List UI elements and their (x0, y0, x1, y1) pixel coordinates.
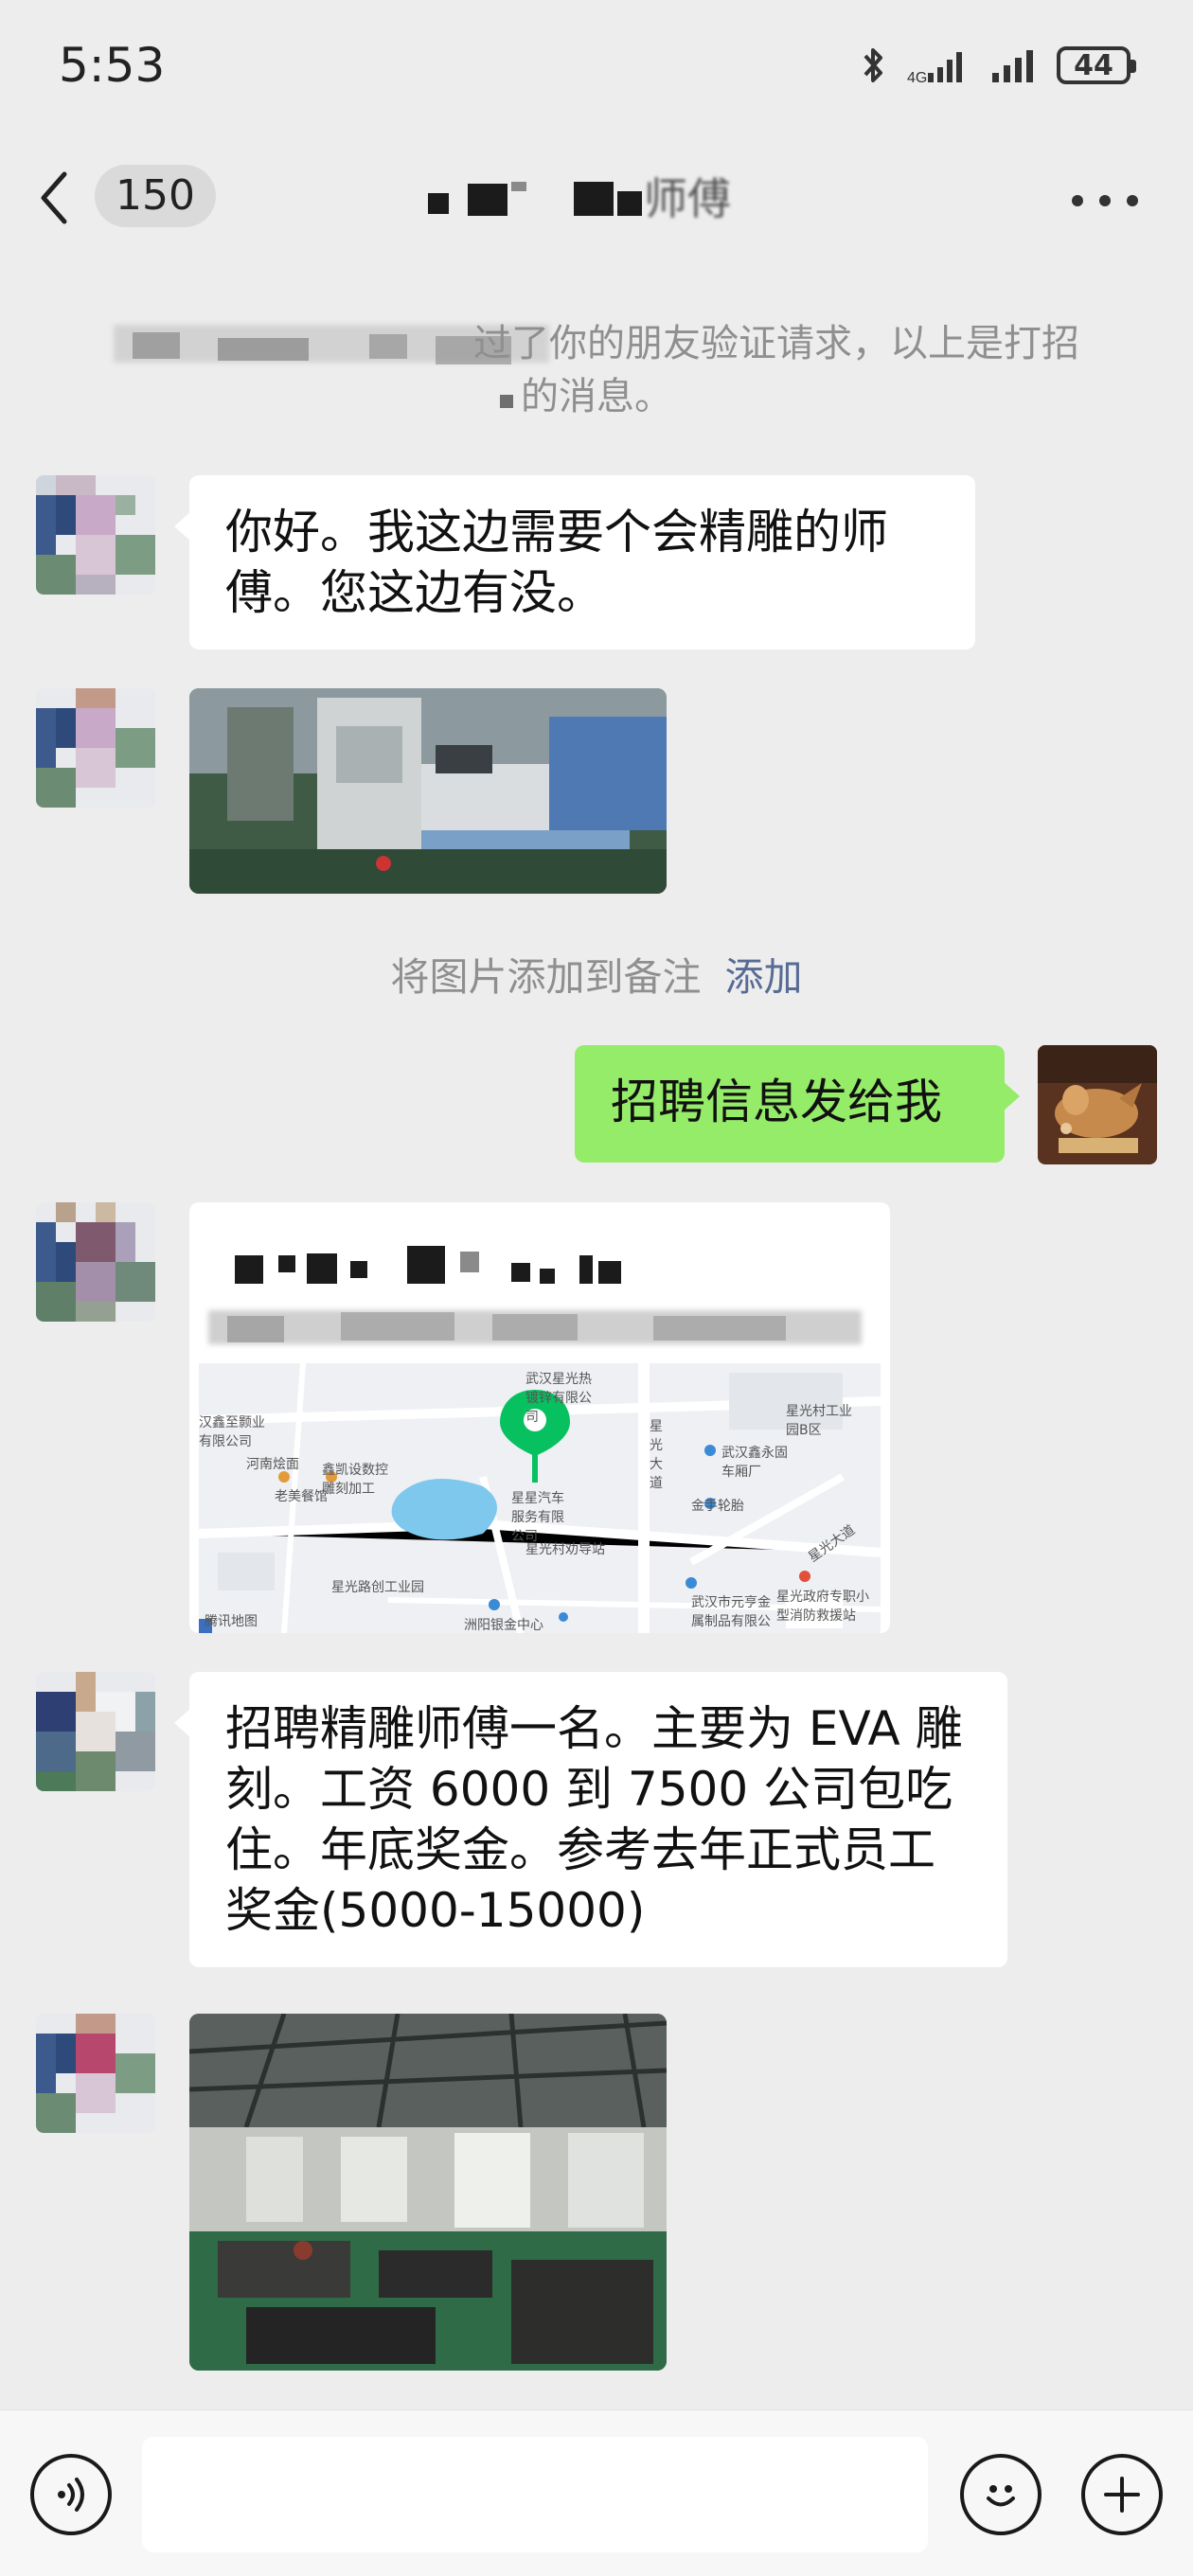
status-time: 5:53 (59, 38, 166, 93)
chat-header: 150 师傅 (0, 142, 1193, 256)
message-bubble[interactable]: 招聘精雕师傅一名。主要为 EVA 雕刻。工资 6000 到 7500 公司包吃住… (174, 1672, 1007, 1967)
add-image-note: 将图片添加到备注 添加 (0, 945, 1193, 1002)
map-label: 洲阳银金中心 (464, 1618, 543, 1633)
add-image-note-text: 将图片添加到备注 (390, 954, 702, 1000)
battery-level: 44 (1074, 48, 1113, 82)
message-bubble[interactable]: 你好。我这边需要个会精雕的师傅。您这边有没。 (174, 475, 975, 649)
chat-title: 师傅 (417, 170, 795, 227)
friend-request-line1: 过了你的朋友验证请求，以上是打招 (473, 322, 1079, 365)
map-label: 星星汽车服务有限公司 (511, 1491, 564, 1544)
friend-request-line2: 的消息。 (521, 375, 672, 418)
map-label: 河南烩面 (246, 1457, 299, 1472)
emoji-icon (987, 2485, 1015, 2507)
more-icon (1072, 195, 1083, 206)
location-title-redacted (227, 1236, 833, 1289)
message-input[interactable] (142, 2437, 928, 2552)
contact-avatar[interactable] (36, 475, 155, 595)
more-button[interactable] (1072, 195, 1138, 208)
contact-avatar[interactable] (36, 2014, 155, 2133)
message-text: 招聘信息发给我 (611, 1075, 942, 1129)
my-message-bubble[interactable]: 招聘信息发给我 (575, 1045, 1020, 1163)
message-text: 你好。我这边需要个会精雕的师傅。您这边有没。 (225, 505, 888, 620)
add-image-link[interactable]: 添加 (725, 954, 803, 1000)
map-label: 汉鑫至颢业有限公司 (199, 1415, 265, 1449)
map-label: 星光路创工业园 (331, 1580, 424, 1595)
emoji-button[interactable] (960, 2454, 1042, 2535)
back-button[interactable] (38, 165, 85, 231)
plus-icon (1104, 2477, 1140, 2513)
status-icons: 4G 44 (860, 42, 1136, 89)
chevron-left-icon (41, 171, 67, 224)
friend-request-notice: 过了你的朋友验证请求，以上是打招 的消息。 (57, 317, 1136, 423)
location-card[interactable]: 武汉星光热镀锌有限公司 汉鑫至颢业有限公司 河南烩面 鑫凯设数控雕刻加工 老美餐… (189, 1202, 890, 1633)
input-bar (0, 2409, 1193, 2576)
map-label: 武汉星光热镀锌有限公司 (525, 1372, 592, 1425)
map-label: 星光政府专职小型消防救援站 (776, 1590, 869, 1624)
map-label: 武汉市元亨金属制品有限公司 (691, 1595, 771, 1629)
message-text: 招聘精雕师傅一名。主要为 EVA 雕刻。工资 6000 到 7500 公司包吃住… (225, 1701, 963, 1938)
map-label: 星光村工业园B区 (786, 1404, 852, 1438)
plus-button[interactable] (1081, 2454, 1163, 2535)
map-label: 武汉鑫永固车厢厂 (721, 1446, 788, 1480)
battery-icon: 44 (1057, 46, 1136, 84)
contact-avatar[interactable] (36, 1202, 155, 1322)
bluetooth-icon (864, 48, 882, 82)
unread-count-badge[interactable]: 150 (95, 165, 216, 227)
signal-icon: 4G (907, 52, 962, 86)
map-brand-label: 腾讯地图 (205, 1614, 258, 1629)
location-map[interactable]: 武汉星光热镀锌有限公司 汉鑫至颢业有限公司 河南烩面 鑫凯设数控雕刻加工 老美餐… (199, 1363, 881, 1633)
signal-icon (992, 50, 1033, 82)
contact-avatar[interactable] (36, 688, 155, 808)
map-label: 鑫凯设数控雕刻加工 (322, 1463, 388, 1497)
status-bar: 5:53 4G 44 (0, 0, 1193, 142)
factory-floor-photo[interactable] (189, 2014, 667, 2371)
map-label: 星光村劝导站 (525, 1542, 605, 1557)
cnc-machine-photo[interactable] (189, 688, 667, 894)
map-label: 老美餐馆 (275, 1489, 328, 1504)
voice-button[interactable] (30, 2454, 112, 2535)
voice-icon (58, 2478, 84, 2512)
contact-avatar[interactable] (36, 1672, 155, 1791)
location-address-redacted (208, 1306, 871, 1344)
my-avatar[interactable] (1038, 1045, 1157, 1164)
map-label: 金手轮胎 (691, 1499, 744, 1514)
svg-text:4G: 4G (907, 70, 927, 86)
map-label: 星光大道 (650, 1419, 663, 1491)
chat-title-visible-text: 师傅 (644, 173, 731, 224)
